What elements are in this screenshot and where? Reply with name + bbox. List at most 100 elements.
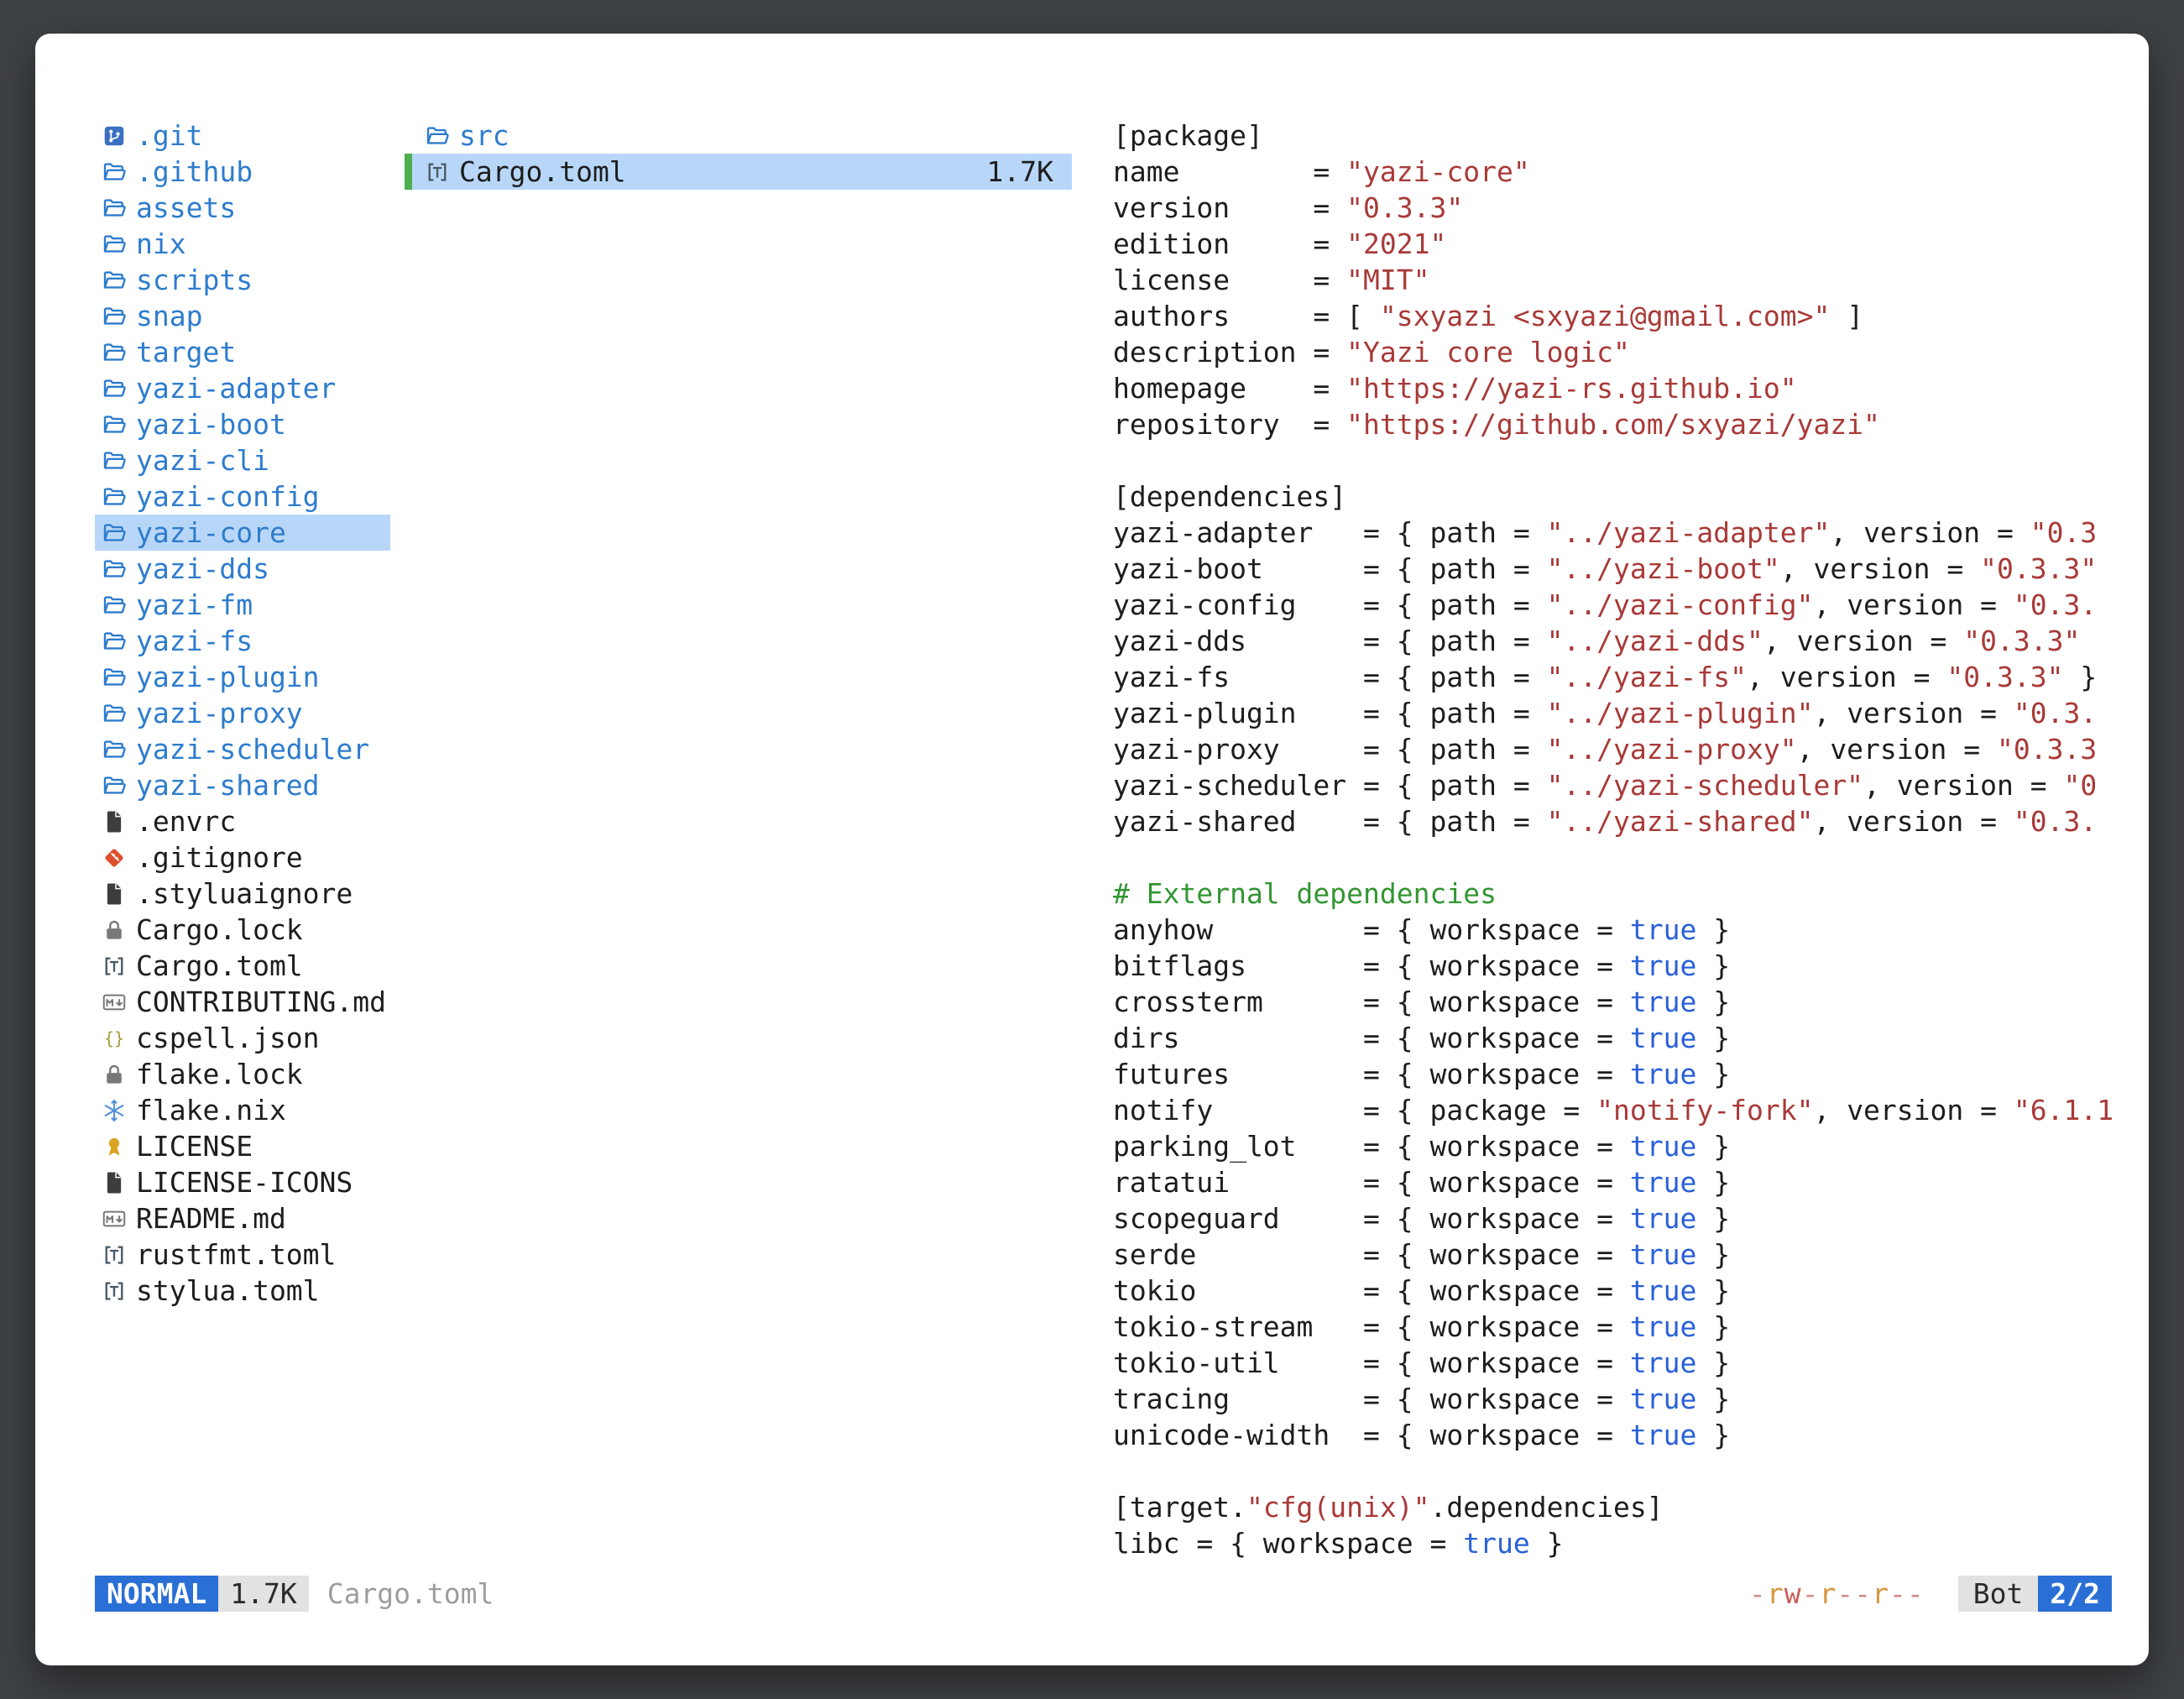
file-name: yazi-plugin (136, 661, 320, 693)
file-row-.github[interactable]: .github (95, 154, 390, 190)
file-row-yazi-plugin[interactable]: yazi-plugin (95, 659, 390, 695)
open-folder-icon (100, 158, 128, 186)
file-row-yazi-shared[interactable]: yazi-shared (95, 767, 390, 803)
lock-icon (100, 916, 128, 944)
open-folder-icon (100, 374, 128, 403)
snowflake-icon (100, 1096, 128, 1125)
file-row-.gitignore[interactable]: .gitignore (95, 839, 390, 876)
file-icon (100, 880, 128, 908)
code-line (1113, 442, 2112, 478)
markdown-icon (100, 988, 128, 1017)
selection-bar (405, 154, 412, 190)
file-row-.envrc[interactable]: .envrc (95, 803, 390, 839)
file-row-assets[interactable]: assets (95, 190, 390, 226)
file-name: CONTRIBUTING.md (136, 985, 386, 1018)
mode-indicator: NORMAL (95, 1576, 218, 1612)
code-line: bitflags = { workspace = true } (1113, 948, 2112, 984)
file-name: assets (136, 191, 236, 224)
code-line: libc = { workspace = true } (1113, 1525, 2112, 1561)
parent-pane: .git.githubassetsnixscriptssnaptargetyaz… (95, 118, 390, 1576)
file-name: nix (136, 227, 186, 260)
open-folder-icon (100, 555, 128, 583)
file-row-flake.lock[interactable]: flake.lock (95, 1056, 390, 1092)
file-name: yazi-core (136, 516, 286, 549)
file-name: src (459, 119, 509, 152)
file-row-LICENSE-ICONS[interactable]: LICENSE-ICONS (95, 1164, 390, 1200)
file-row-Cargo.lock[interactable]: Cargo.lock (95, 912, 390, 948)
file-row-flake.nix[interactable]: flake.nix (95, 1092, 390, 1128)
toml-icon (100, 952, 128, 980)
file-row-yazi-proxy[interactable]: yazi-proxy (95, 695, 390, 731)
file-row-.styluaignore[interactable]: .styluaignore (95, 876, 390, 912)
open-folder-icon (100, 338, 128, 367)
open-folder-icon (100, 302, 128, 331)
file-name: .envrc (136, 805, 236, 838)
file-manager-panes: .git.githubassetsnixscriptssnaptargetyaz… (95, 118, 2112, 1576)
code-line: yazi-shared = { path = "../yazi-shared",… (1113, 803, 2112, 839)
file-row-yazi-scheduler[interactable]: yazi-scheduler (95, 731, 390, 767)
code-line: tokio-util = { workspace = true } (1113, 1345, 2112, 1381)
file-name: yazi-boot (136, 408, 286, 441)
file-name: Cargo.lock (136, 913, 303, 946)
file-row-README.md[interactable]: README.md (95, 1200, 390, 1236)
file-name: yazi-cli (136, 444, 269, 477)
file-row-rustfmt.toml[interactable]: rustfmt.toml (95, 1236, 390, 1273)
preview-pane: [package]name = "yazi-core"version = "0.… (1113, 118, 2112, 1576)
file-row-yazi-config[interactable]: yazi-config (95, 478, 390, 515)
code-line: yazi-scheduler = { path = "../yazi-sched… (1113, 767, 2112, 803)
code-line: name = "yazi-core" (1113, 154, 2112, 190)
code-line: dirs = { workspace = true } (1113, 1020, 2112, 1056)
file-row-yazi-dds[interactable]: yazi-dds (95, 551, 390, 587)
open-folder-icon (100, 663, 128, 692)
file-row-Cargo.toml[interactable]: Cargo.toml1.7K (405, 154, 1072, 190)
toml-icon (423, 158, 452, 186)
code-line: description = "Yazi core logic" (1113, 334, 2112, 370)
file-name: target (136, 336, 236, 369)
file-row-Cargo.toml[interactable]: Cargo.toml (95, 948, 390, 984)
toml-icon (100, 1241, 128, 1269)
file-row-nix[interactable]: nix (95, 226, 390, 262)
file-row-.git[interactable]: .git (95, 118, 390, 154)
file-row-snap[interactable]: snap (95, 298, 390, 334)
file-size: 1.7K (987, 155, 1072, 188)
code-line: version = "0.3.3" (1113, 190, 2112, 226)
file-name: flake.lock (136, 1058, 303, 1090)
file-row-yazi-fm[interactable]: yazi-fm (95, 587, 390, 623)
file-row-yazi-fs[interactable]: yazi-fs (95, 623, 390, 659)
file-name: .git (136, 119, 202, 152)
file-row-yazi-adapter[interactable]: yazi-adapter (95, 370, 390, 406)
file-row-cspell.json[interactable]: {}cspell.json (95, 1020, 390, 1056)
pane-gap (1072, 118, 1113, 1576)
code-line: yazi-proxy = { path = "../yazi-proxy", v… (1113, 731, 2112, 767)
toml-icon (100, 1277, 128, 1305)
file-row-LICENSE[interactable]: LICENSE (95, 1128, 390, 1164)
code-line: homepage = "https://yazi-rs.github.io" (1113, 370, 2112, 406)
file-name: Cargo.toml (136, 949, 303, 982)
file-row-CONTRIBUTING.md[interactable]: CONTRIBUTING.md (95, 984, 390, 1020)
code-line: unicode-width = { workspace = true } (1113, 1417, 2112, 1453)
open-folder-icon (100, 771, 128, 800)
code-line: license = "MIT" (1113, 262, 2112, 298)
file-row-yazi-core[interactable]: yazi-core (95, 515, 390, 551)
preview-code: [package]name = "yazi-core"version = "0.… (1113, 118, 2112, 1561)
file-row-yazi-boot[interactable]: yazi-boot (95, 406, 390, 442)
file-row-scripts[interactable]: scripts (95, 262, 390, 298)
file-row-target[interactable]: target (95, 334, 390, 370)
file-row-src[interactable]: src (405, 118, 1072, 154)
license-icon (100, 1132, 128, 1161)
file-name: yazi-scheduler (136, 733, 369, 766)
code-line: yazi-config = { path = "../yazi-config",… (1113, 587, 2112, 623)
code-line: [package] (1113, 118, 2112, 154)
code-line: yazi-plugin = { path = "../yazi-plugin",… (1113, 695, 2112, 731)
file-row-stylua.toml[interactable]: stylua.toml (95, 1273, 390, 1309)
code-line: repository = "https://github.com/sxyazi/… (1113, 406, 2112, 442)
status-right-group: -rw-r--r-- Bot 2/2 (1749, 1576, 2112, 1612)
file-name: yazi-fs (136, 625, 253, 657)
braces-icon: {} (100, 1024, 128, 1053)
file-name: LICENSE (136, 1130, 253, 1163)
code-line: scopeguard = { workspace = true } (1113, 1200, 2112, 1236)
git-repo-icon (100, 122, 128, 150)
code-line: tokio-stream = { workspace = true } (1113, 1309, 2112, 1345)
open-folder-icon (100, 266, 128, 295)
file-row-yazi-cli[interactable]: yazi-cli (95, 442, 390, 478)
